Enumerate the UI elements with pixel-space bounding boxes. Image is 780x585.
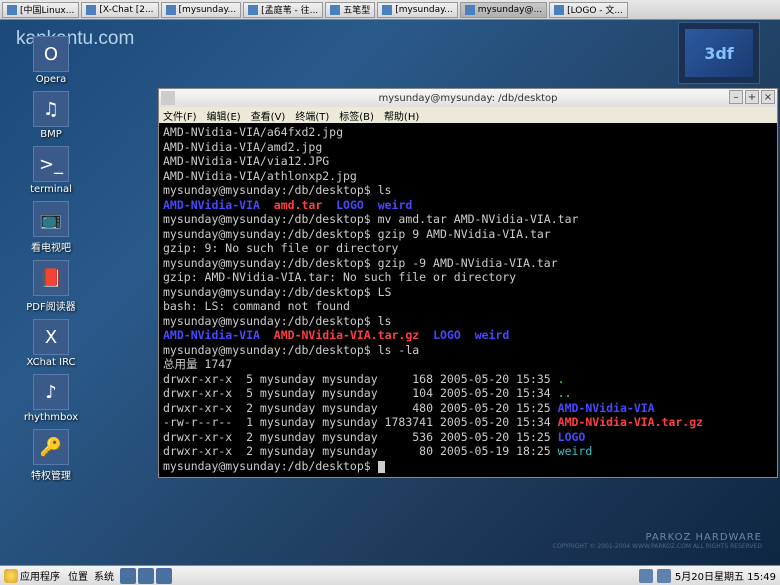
app-icon: [554, 5, 564, 15]
app-icon: [248, 5, 258, 15]
parkoz-sub: COPYRIGHT © 2001-2004 WWW.PARKOZ.COM ALL…: [553, 543, 762, 550]
icon-label: terminal: [30, 184, 72, 195]
desktop-icon[interactable]: >_ terminal: [10, 146, 92, 195]
taskbar-button[interactable]: [孟庭苇 - 往...: [243, 2, 323, 18]
gnome-foot-icon: [4, 569, 18, 583]
app-icon: 🔑: [33, 429, 69, 465]
panel-menu-item[interactable]: 位置: [68, 568, 88, 583]
app-icon: ♫: [33, 91, 69, 127]
desktop-icon[interactable]: 🔑 特权管理: [10, 429, 92, 482]
cursor: [378, 461, 385, 473]
menu-item[interactable]: 查看(V): [251, 108, 286, 123]
icon-label: 看电视吧: [31, 239, 71, 254]
taskbar-label: 五笔型: [343, 3, 370, 16]
taskbar-label: [mysunday...: [395, 5, 453, 15]
tray-icon[interactable]: [639, 569, 653, 583]
app-icon: O: [33, 36, 69, 72]
app-icon: [330, 5, 340, 15]
app-icon: 📺: [33, 201, 69, 237]
desktop-icon[interactable]: X XChat IRC: [10, 319, 92, 368]
icon-label: XChat IRC: [26, 357, 75, 368]
terminal-menubar: 文件(F) 编辑(E) 查看(V) 终端(T) 标签(B) 帮助(H): [159, 107, 777, 123]
parkoz-credit: PARKOZ HARDWARE COPYRIGHT © 2001-2004 WW…: [553, 532, 762, 550]
desktop-widget: 3df: [678, 22, 760, 84]
icon-label: Opera: [36, 74, 67, 85]
panel-menus: 位置系统: [68, 568, 114, 583]
app-icon: [465, 5, 475, 15]
desktop-icon[interactable]: O Opera: [10, 36, 92, 85]
taskbar-label: [LOGO - 文...: [567, 3, 623, 16]
terminal-content[interactable]: AMD-NVidia-VIA/a64fxd2.jpg AMD-NVidia-VI…: [159, 123, 777, 477]
taskbar-label: [mysunday...: [179, 5, 237, 15]
applications-menu[interactable]: 应用程序: [0, 568, 64, 583]
bottom-panel: 应用程序 位置系统 5月20日星期五 15:49: [0, 565, 780, 585]
taskbar-button[interactable]: [mysunday...: [161, 2, 242, 18]
icon-label: rhythmbox: [24, 412, 78, 423]
desktop-icon[interactable]: ♫ BMP: [10, 91, 92, 140]
terminal-window[interactable]: mysunday@mysunday: /db/desktop – + × 文件(…: [158, 88, 778, 478]
terminal-title: mysunday@mysunday: /db/desktop: [378, 93, 557, 104]
desktop-icons: O Opera ♫ BMP >_ terminal 📺 看电视吧 📕 PDF阅读器 X XChat I…: [10, 36, 92, 482]
quick-launch-item[interactable]: [138, 568, 154, 584]
icon-label: 特权管理: [31, 467, 71, 482]
app-icon: [86, 5, 96, 15]
quick-launch-item[interactable]: [120, 568, 136, 584]
volume-icon[interactable]: [657, 569, 671, 583]
taskbar-label: [X-Chat [2...: [99, 5, 153, 15]
panel-menu-item[interactable]: 系统: [94, 568, 114, 583]
maximize-button[interactable]: +: [745, 90, 759, 104]
app-icon: X: [33, 319, 69, 355]
icon-label: BMP: [40, 129, 62, 140]
menu-item[interactable]: 终端(T): [295, 108, 329, 123]
window-controls: – + ×: [729, 90, 775, 104]
taskbar-label: [孟庭苇 - 往...: [261, 3, 318, 16]
taskbar-button[interactable]: [X-Chat [2...: [81, 2, 158, 18]
icon-label: PDF阅读器: [26, 298, 75, 313]
app-icon: [7, 5, 17, 15]
desktop-icon[interactable]: 📕 PDF阅读器: [10, 260, 92, 313]
close-button[interactable]: ×: [761, 90, 775, 104]
menu-item[interactable]: 标签(B): [339, 108, 374, 123]
app-icon: >_: [33, 146, 69, 182]
app-icon: [166, 5, 176, 15]
quick-launch: [120, 568, 172, 584]
taskbar-button[interactable]: [中国Linux...: [2, 2, 79, 18]
desktop-icon[interactable]: 📺 看电视吧: [10, 201, 92, 254]
terminal-titlebar[interactable]: mysunday@mysunday: /db/desktop – + ×: [159, 89, 777, 107]
parkoz-main: PARKOZ HARDWARE: [553, 532, 762, 543]
taskbar-button[interactable]: [LOGO - 文...: [549, 2, 628, 18]
quick-launch-item[interactable]: [156, 568, 172, 584]
taskbar-button[interactable]: mysunday@...: [460, 2, 547, 18]
menu-item[interactable]: 帮助(H): [384, 108, 419, 123]
desktop-icon[interactable]: ♪ rhythmbox: [10, 374, 92, 423]
menu-item[interactable]: 文件(F): [163, 108, 197, 123]
app-icon: [382, 5, 392, 15]
minimize-button[interactable]: –: [729, 90, 743, 104]
clock[interactable]: 5月20日星期五 15:49: [675, 568, 776, 583]
system-tray: 5月20日星期五 15:49: [639, 568, 780, 583]
applications-label: 应用程序: [20, 568, 60, 583]
top-taskbar: [中国Linux... [X-Chat [2... [mysunday... [孟庭苇…: [0, 0, 780, 20]
taskbar-button[interactable]: [mysunday...: [377, 2, 458, 18]
window-menu-icon[interactable]: [161, 91, 175, 105]
menu-item[interactable]: 编辑(E): [207, 108, 241, 123]
app-icon: 📕: [33, 260, 69, 296]
app-icon: ♪: [33, 374, 69, 410]
taskbar-button[interactable]: 五笔型: [325, 2, 375, 18]
taskbar-label: mysunday@...: [478, 5, 542, 15]
taskbar-label: [中国Linux...: [20, 3, 74, 16]
